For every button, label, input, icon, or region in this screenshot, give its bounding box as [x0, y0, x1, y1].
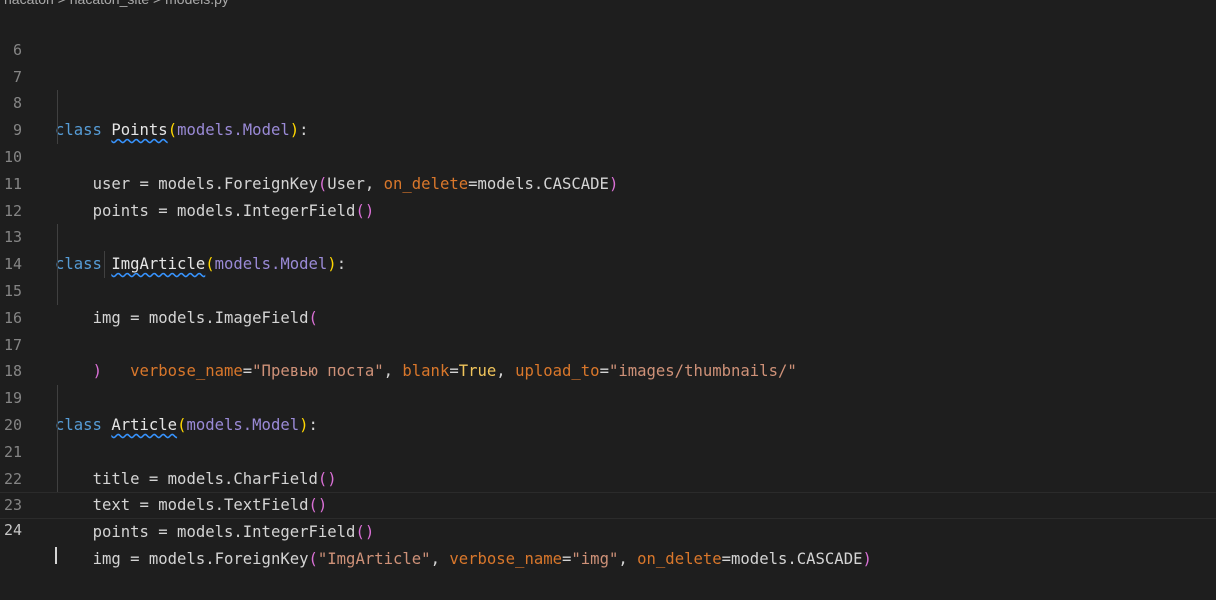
- indent-guide: [57, 224, 58, 252]
- code-line[interactable]: 18: [0, 332, 1216, 380]
- code-line[interactable]: 6: [0, 10, 1216, 59]
- indent-guide: [57, 90, 58, 118]
- code-line[interactable]: 14 img = models.ImageField(: [0, 224, 1216, 327]
- code-line[interactable]: 8 class Points(models.Model):: [0, 64, 1216, 139]
- code-line[interactable]: 22 points = models.IntegerField(): [0, 438, 1216, 541]
- indent-guide: [57, 411, 58, 439]
- breadcrumb[interactable]: hacaton > hacaton_site > models.py: [0, 0, 1216, 8]
- indent-guide: [104, 251, 105, 278]
- code-line[interactable]: 13 class ImgArticle(models.Model):: [0, 198, 1216, 273]
- code-line-current[interactable]: 24: [0, 492, 1216, 564]
- indent-guide: [57, 117, 58, 144]
- line-number: 24: [3, 521, 22, 540]
- indent-guide: [57, 438, 58, 466]
- indent-guide: [57, 251, 58, 278]
- code-text: [55, 543, 57, 568]
- code-line[interactable]: 17: [0, 305, 1216, 354]
- code-text: points = models.IntegerField(): [92, 523, 375, 542]
- indent-guide: [57, 385, 58, 412]
- indent-guide: [57, 277, 58, 305]
- code-line[interactable]: 20 title = models.CharField(): [0, 385, 1216, 488]
- text-cursor: [55, 546, 57, 564]
- code-line[interactable]: 12: [0, 171, 1216, 220]
- code-line[interactable]: 9 user = models.ForeignKey(User, on_dele…: [0, 90, 1216, 193]
- code-line[interactable]: 10 points = models.IntegerField(): [0, 117, 1216, 220]
- code-line[interactable]: 15 verbose_name="Превью поста", blank=Tr…: [0, 251, 1216, 380]
- code-line[interactable]: 11: [0, 144, 1216, 193]
- code-line[interactable]: 23 img = models.ForeignKey("ImgArticle",…: [0, 465, 1216, 568]
- code-editor[interactable]: 6 7 8 class Points(models.Model): 9 user…: [0, 10, 1216, 568]
- code-line[interactable]: 16 ): [0, 277, 1216, 380]
- code-line[interactable]: 7: [0, 37, 1216, 86]
- indent-guide: [57, 465, 58, 493]
- code-line[interactable]: 19 class Article(models.Model):: [0, 358, 1216, 434]
- code-line[interactable]: 21 text = models.TextField(): [0, 411, 1216, 514]
